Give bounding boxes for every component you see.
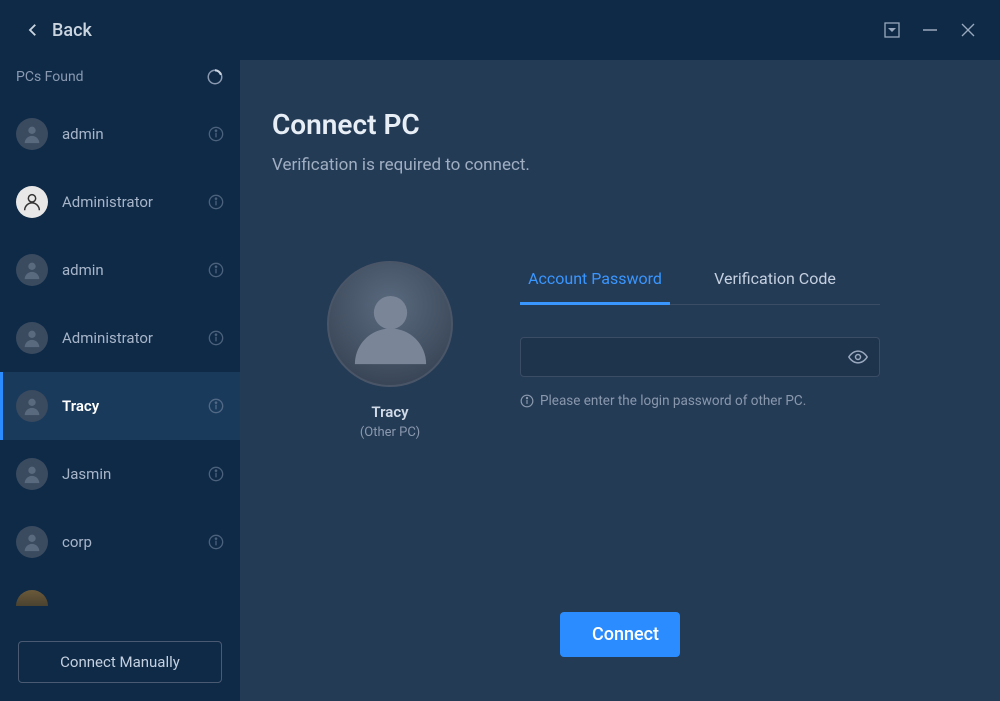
pc-name-label: Tracy bbox=[62, 397, 194, 415]
titlebar: Back bbox=[0, 0, 1000, 60]
pc-item-administrator[interactable]: Administrator bbox=[0, 168, 240, 236]
connect-button-label: Connect bbox=[592, 624, 659, 645]
pc-name-label: admin bbox=[62, 125, 194, 143]
target-sub: (Other PC) bbox=[360, 425, 420, 440]
back-label: Back bbox=[52, 20, 92, 41]
hint-text: Please enter the login password of other… bbox=[540, 393, 806, 409]
info-icon[interactable] bbox=[208, 398, 224, 414]
show-password-icon[interactable] bbox=[848, 347, 868, 367]
window-controls bbox=[884, 22, 976, 38]
password-input[interactable] bbox=[520, 337, 880, 377]
avatar-icon bbox=[16, 322, 48, 354]
avatar-icon bbox=[16, 254, 48, 286]
connect-manually-button[interactable]: Connect Manually bbox=[18, 641, 222, 683]
back-button[interactable]: Back bbox=[24, 20, 92, 41]
page-title: Connect PC bbox=[272, 108, 968, 141]
pc-name-label: Administrator bbox=[62, 329, 194, 347]
info-icon[interactable] bbox=[208, 466, 224, 482]
pc-item-corp[interactable]: corp bbox=[0, 508, 240, 576]
pc-item-jasmin[interactable]: Jasmin bbox=[0, 440, 240, 508]
verification-tabs: Account Password Verification Code bbox=[520, 261, 880, 305]
target-name: Tracy bbox=[371, 403, 408, 421]
pc-item-admin[interactable]: admin bbox=[0, 100, 240, 168]
avatar-icon bbox=[16, 390, 48, 422]
pc-item-tracy[interactable]: Tracy bbox=[0, 372, 240, 440]
pc-name-label: Administrator bbox=[62, 193, 194, 211]
sidebar-header: PCs Found bbox=[0, 60, 240, 100]
avatar-icon bbox=[16, 590, 48, 606]
avatar-icon bbox=[16, 458, 48, 490]
pc-item-admin[interactable]: admin bbox=[0, 236, 240, 304]
target-avatar-block: Tracy (Other PC) bbox=[320, 261, 460, 440]
minimize-button[interactable] bbox=[922, 22, 938, 38]
pc-item-administrator[interactable]: Administrator bbox=[0, 304, 240, 372]
page-subtitle: Verification is required to connect. bbox=[272, 155, 968, 175]
tab-label: Verification Code bbox=[714, 269, 836, 288]
password-hint: Please enter the login password of other… bbox=[520, 393, 880, 409]
close-button[interactable] bbox=[960, 22, 976, 38]
pc-name-label: corp bbox=[62, 533, 194, 551]
main-panel: Connect PC Verification is required to c… bbox=[240, 60, 1000, 701]
avatar-icon bbox=[16, 186, 48, 218]
tab-verification-code[interactable]: Verification Code bbox=[670, 261, 880, 304]
pc-list: admin Administrator admin bbox=[0, 100, 240, 625]
info-icon[interactable] bbox=[208, 534, 224, 550]
avatar-icon bbox=[16, 118, 48, 150]
sidebar: PCs Found admin Administrator bbox=[0, 60, 240, 701]
pc-name-label: Jasmin bbox=[62, 465, 194, 483]
target-avatar-icon bbox=[327, 261, 453, 387]
info-icon bbox=[520, 394, 534, 408]
connect-button[interactable]: Connect bbox=[560, 612, 680, 657]
avatar-icon bbox=[16, 526, 48, 558]
info-icon[interactable] bbox=[208, 262, 224, 278]
pc-item-partial[interactable] bbox=[0, 576, 240, 606]
connect-manually-label: Connect Manually bbox=[60, 653, 180, 671]
tab-account-password[interactable]: Account Password bbox=[520, 261, 670, 305]
info-icon[interactable] bbox=[208, 194, 224, 210]
dropdown-button[interactable] bbox=[884, 22, 900, 38]
sidebar-header-label: PCs Found bbox=[16, 69, 84, 85]
tab-label: Account Password bbox=[528, 269, 662, 288]
info-icon[interactable] bbox=[208, 126, 224, 142]
verification-form: Account Password Verification Code bbox=[520, 261, 880, 409]
refresh-icon[interactable] bbox=[206, 68, 224, 86]
info-icon[interactable] bbox=[208, 330, 224, 346]
arrow-left-icon bbox=[24, 21, 42, 39]
pc-name-label: admin bbox=[62, 261, 194, 279]
